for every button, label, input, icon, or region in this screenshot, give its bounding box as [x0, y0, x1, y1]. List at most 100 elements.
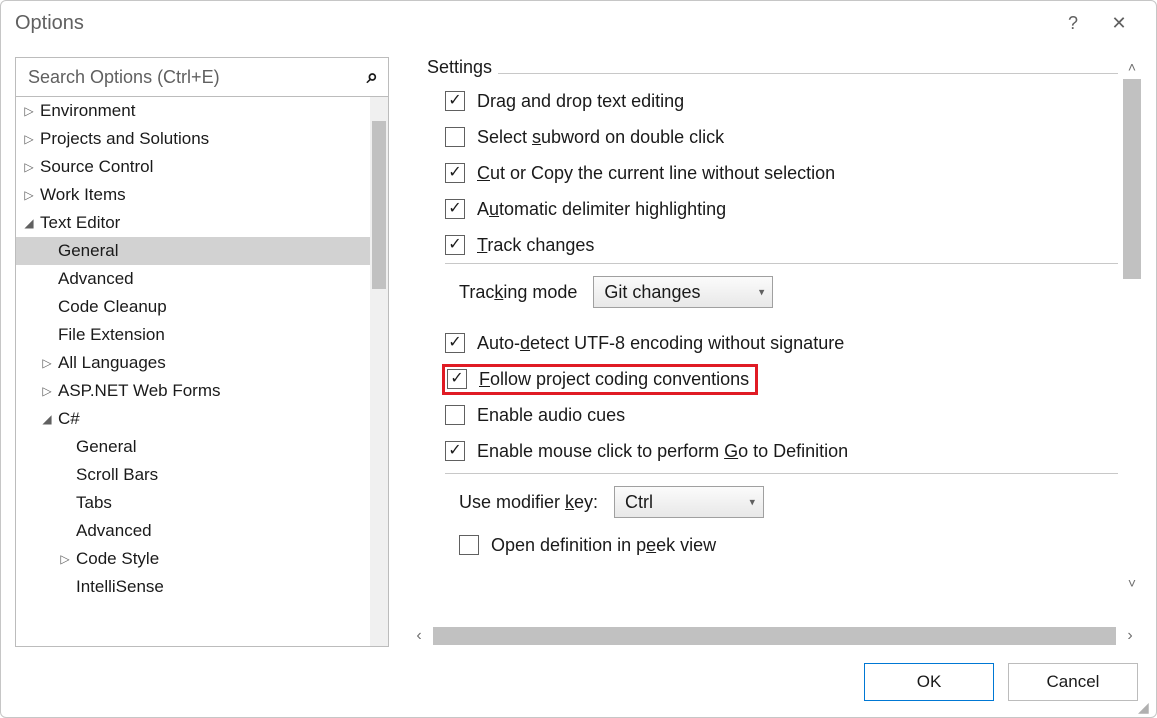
disclosure-icon: ▷ [58, 552, 72, 566]
settings-pane: Settings ✓ Drag and drop text editing Se… [407, 57, 1142, 621]
tree-scroll-thumb[interactable] [372, 121, 386, 289]
search-input[interactable] [26, 66, 367, 89]
tree-scrollbar[interactable] [370, 97, 388, 646]
scroll-down-icon[interactable]: ˅ [1122, 573, 1142, 593]
checkbox-icon: ✓ [445, 441, 465, 461]
cut-copy-checkbox[interactable]: ✓ Cut or Copy the current line without s… [427, 155, 1118, 191]
help-button[interactable]: ? [1050, 1, 1096, 45]
checkbox-icon [445, 405, 465, 425]
audio-cues-label: Enable audio cues [477, 405, 625, 426]
auto-detect-utf8-label: Auto-detect UTF-8 encoding without signa… [477, 333, 844, 354]
resize-grip-icon[interactable]: ◢ [1138, 699, 1154, 715]
tree-item[interactable]: ▷ Projects and Solutions [16, 125, 388, 153]
checkbox-icon: ✓ [447, 369, 467, 389]
audio-cues-checkbox[interactable]: Enable audio cues [427, 397, 1118, 433]
tree-item[interactable]: ▷ Source Control [16, 153, 388, 181]
tree-item[interactable]: ▷Environment [16, 97, 388, 125]
window-title: Options [15, 12, 1050, 35]
search-icon[interactable]: ⌕ [367, 66, 378, 89]
tree-item-label: Scroll Bars [76, 465, 158, 485]
disclosure-icon: ◢ [40, 412, 54, 426]
tree-item[interactable]: ▷Work Items [16, 181, 388, 209]
settings-scroll-thumb[interactable] [1123, 79, 1141, 279]
tracking-mode-label: Tracking mode [459, 282, 577, 303]
auto-detect-utf8-checkbox[interactable]: ✓ Auto-detect UTF-8 encoding without sig… [427, 325, 1118, 361]
track-changes-label: Track changes [477, 235, 594, 256]
tree-item[interactable]: File Extension [16, 321, 388, 349]
tree-item-label: All Languages [58, 353, 166, 373]
follow-coding-conventions-label: Follow project coding conventions [479, 369, 749, 390]
follow-coding-conventions-checkbox[interactable]: ✓ Follow project coding conventions [427, 361, 1118, 397]
options-dialog: Options ? ✕ ⌕ ▷Environment ▷ Projects and … [0, 0, 1157, 718]
tree-item[interactable]: ▷ ASP.NET Web Forms [16, 377, 388, 405]
settings-horizontal-scrollbar[interactable]: ‹ › [407, 625, 1142, 647]
tracking-mode-combo[interactable]: Git changes ▾ [593, 276, 773, 308]
tree-item[interactable]: General [16, 237, 388, 265]
modifier-key-combo[interactable]: Ctrl ▾ [614, 486, 764, 518]
tree-item-label: General [76, 437, 136, 457]
subword-label: Select subword on double click [477, 127, 724, 148]
options-tree: ▷Environment ▷ Projects and Solutions ▷ Sour… [15, 97, 389, 647]
tree-item[interactable]: Tabs [16, 489, 388, 517]
disclosure-icon: ▷ [22, 132, 36, 146]
tree-item-label: Advanced [58, 269, 134, 289]
checkbox-icon: ✓ [445, 91, 465, 111]
drag-drop-label: Drag and drop text editing [477, 91, 684, 112]
scroll-left-icon[interactable]: ‹ [407, 627, 431, 645]
tree-item[interactable]: Advanced [16, 265, 388, 293]
tree-item-label: File Extension [58, 325, 165, 345]
auto-delimiter-label: Automatic delimiter highlighting [477, 199, 726, 220]
tree-item-label: Code Cleanup [58, 297, 167, 317]
checkbox-icon: ✓ [445, 333, 465, 353]
mouse-goto-definition-checkbox[interactable]: ✓ Enable mouse click to perform Go to De… [427, 433, 1118, 469]
tree-item-label: ASP.NET Web Forms [58, 381, 221, 401]
tree-item-label: Source Control [40, 157, 153, 177]
peek-view-label: Open definition in peek view [491, 535, 716, 556]
tree-item[interactable]: Advanced [16, 517, 388, 545]
tree-item[interactable]: Scroll Bars [16, 461, 388, 489]
cut-copy-label: Cut or Copy the current line without sel… [477, 163, 835, 184]
help-icon: ? [1068, 13, 1078, 34]
scroll-up-icon[interactable]: ˄ [1122, 57, 1142, 77]
tree-item-label: Projects and Solutions [40, 129, 209, 149]
tree-item[interactable]: ◢C# [16, 405, 388, 433]
cancel-button[interactable]: Cancel [1008, 663, 1138, 701]
drag-drop-checkbox[interactable]: ✓ Drag and drop text editing [427, 83, 1118, 119]
auto-delimiter-checkbox[interactable]: ✓ Automatic delimiter highlighting [427, 191, 1118, 227]
close-button[interactable]: ✕ [1096, 1, 1142, 45]
hscroll-track[interactable] [433, 627, 1116, 645]
scroll-right-icon[interactable]: › [1118, 627, 1142, 645]
chevron-down-icon: ▾ [759, 286, 765, 299]
settings-group-text: Settings [427, 57, 498, 77]
disclosure-icon: ◢ [22, 216, 36, 230]
tree-item[interactable]: ▷All Languages [16, 349, 388, 377]
tree-item[interactable]: General [16, 433, 388, 461]
dialog-footer: OK Cancel [1, 647, 1156, 717]
left-panel: ⌕ ▷Environment ▷ Projects and Solutions ▷ So… [15, 57, 389, 647]
disclosure-icon: ▷ [40, 384, 54, 398]
modifier-key-value: Ctrl [625, 492, 653, 513]
tree-item[interactable]: IntelliSense [16, 573, 388, 601]
tree-item[interactable]: ▷Code Style [16, 545, 388, 573]
settings-group-label: Settings [427, 57, 1118, 83]
tree-item-label: General [58, 241, 118, 261]
subword-checkbox[interactable]: Select subword on double click [427, 119, 1118, 155]
tree-item-label: Work Items [40, 185, 126, 205]
tracking-mode-value: Git changes [604, 282, 700, 303]
chevron-down-icon: ▾ [750, 496, 756, 509]
search-wrapper: ⌕ [15, 57, 389, 97]
ok-button[interactable]: OK [864, 663, 994, 701]
tree-item[interactable]: ◢ Text Editor [16, 209, 388, 237]
settings-vertical-scrollbar[interactable]: ˄ ˅ [1122, 57, 1142, 621]
peek-view-checkbox[interactable]: Open definition in peek view [459, 527, 1118, 563]
goto-subgroup: Use modifier key: Ctrl ▾ Open definition… [445, 473, 1118, 577]
content-area: ⌕ ▷Environment ▷ Projects and Solutions ▷ So… [1, 45, 1156, 647]
checkbox-icon [459, 535, 479, 555]
tree-item[interactable]: Code Cleanup [16, 293, 388, 321]
disclosure-icon: ▷ [22, 160, 36, 174]
titlebar: Options ? ✕ [1, 1, 1156, 45]
tree-item-label: Text Editor [40, 213, 120, 233]
tree-item-label: IntelliSense [76, 577, 164, 597]
track-changes-checkbox[interactable]: ✓ Track changes [427, 227, 1118, 263]
mouse-goto-definition-label: Enable mouse click to perform Go to Defi… [477, 441, 848, 462]
